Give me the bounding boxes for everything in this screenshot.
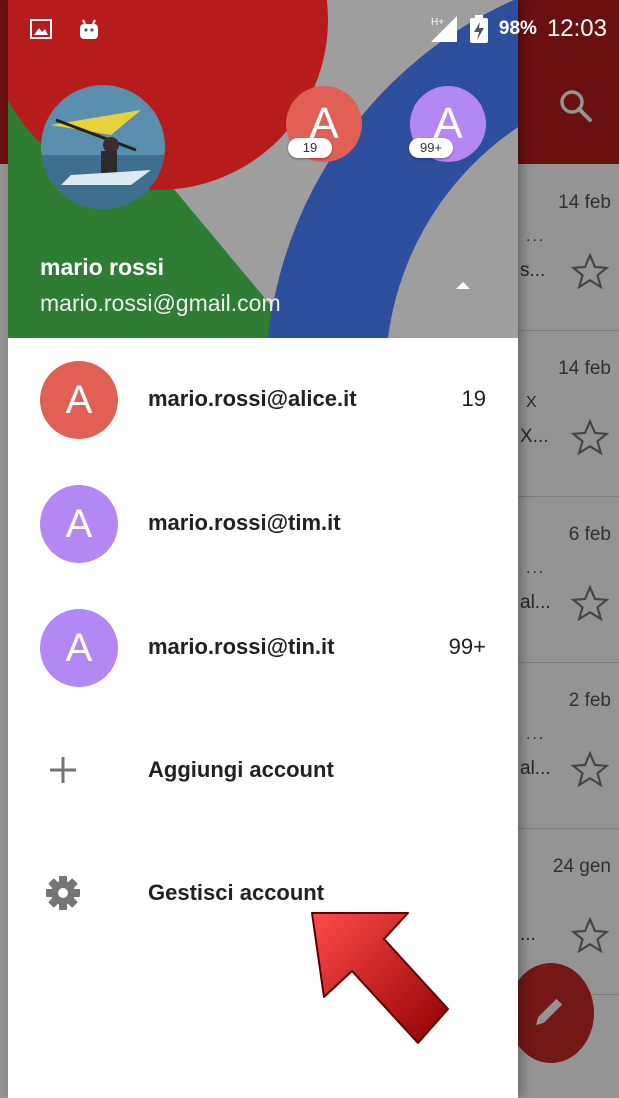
plus-icon — [50, 757, 76, 783]
gear-icon — [46, 876, 80, 910]
unread-badge: 19 — [288, 138, 332, 158]
unread-count: 99+ — [448, 634, 486, 659]
unread-count: 19 — [461, 386, 486, 411]
battery-charging-icon — [469, 15, 488, 43]
account-avatar: A — [40, 609, 118, 687]
battery-percentage: 98% — [498, 18, 537, 39]
add-account-button[interactable]: Aggiungi account — [8, 722, 518, 818]
account-name: mario rossi — [40, 254, 164, 280]
status-bar: H+ 98% 12:03 — [0, 0, 619, 60]
avatar-initial: A — [65, 626, 93, 670]
android-icon — [80, 19, 98, 39]
account-item[interactable]: A mario.rossi@tim.it — [8, 462, 518, 586]
annotation-arrow-icon — [311, 912, 449, 1044]
main-account-avatar[interactable] — [41, 85, 165, 209]
account-item[interactable]: A mario.rossi@tin.it 99+ — [8, 586, 518, 710]
account-avatar: A — [40, 485, 118, 563]
avatar-initial: A — [65, 378, 93, 422]
avatar-initial: A — [65, 502, 93, 546]
chevron-up-icon[interactable] — [448, 270, 478, 300]
manage-accounts-label: Gestisci account — [148, 880, 325, 905]
account-email: mario.rossi@gmail.com — [40, 290, 281, 316]
account-email: mario.rossi@tim.it — [148, 510, 341, 535]
unread-badge: 99+ — [409, 138, 453, 158]
account-avatar: A — [40, 361, 118, 439]
svg-text:H+: H+ — [431, 17, 444, 28]
add-account-label: Aggiungi account — [148, 757, 334, 782]
account-email: mario.rossi@alice.it — [148, 386, 357, 411]
clock: 12:03 — [546, 15, 607, 42]
image-icon — [30, 19, 52, 39]
signal-icon: H+ — [430, 16, 457, 42]
account-email: mario.rossi@tin.it — [148, 634, 335, 659]
account-item[interactable]: A mario.rossi@alice.it 19 — [8, 338, 518, 462]
